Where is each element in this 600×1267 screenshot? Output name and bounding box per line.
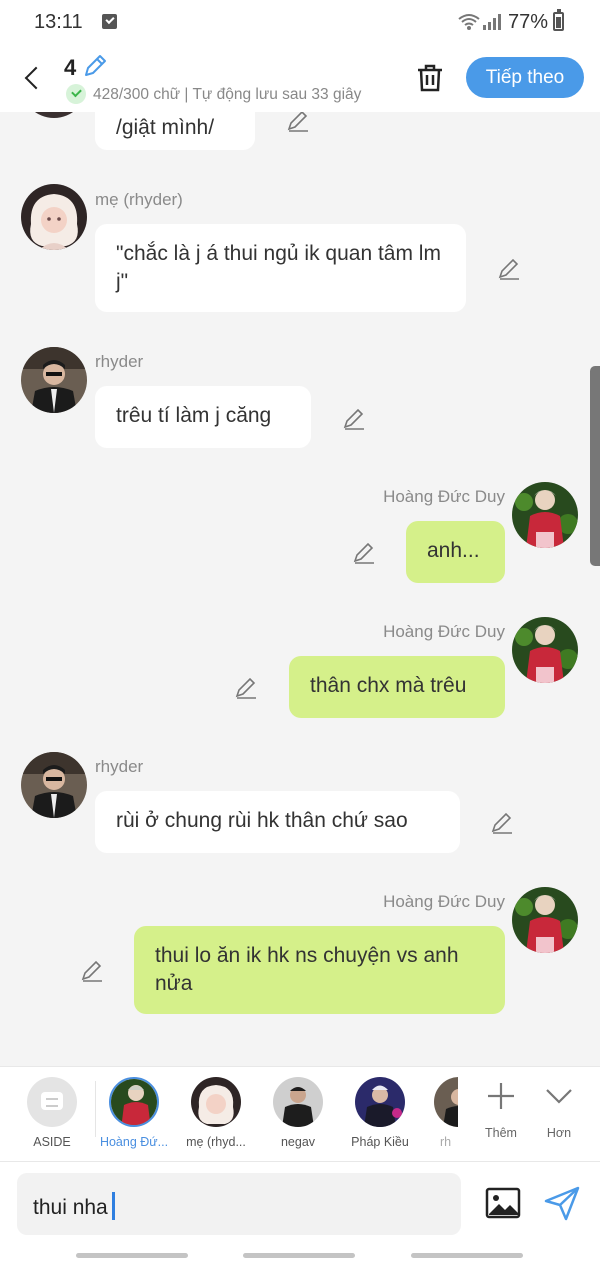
message-bubble[interactable]: /giật mình/ [95, 112, 255, 150]
character-me-rhyder[interactable]: mẹ (rhyd... [179, 1077, 253, 1149]
chapter-number: 4 [64, 55, 77, 80]
trash-icon[interactable] [414, 62, 446, 94]
battery-level: 77% [508, 11, 549, 33]
message-bubble[interactable]: trêu tí làm j căng [95, 386, 311, 448]
send-icon[interactable] [543, 1185, 581, 1221]
message-text: thân chx mà trêu [310, 674, 467, 697]
sender-name: rhyder [95, 757, 144, 776]
next-button[interactable]: Tiếp theo [466, 57, 584, 98]
battery-icon [553, 9, 564, 31]
sender-name: rhyder [95, 352, 144, 371]
sender-name: Hoàng Đức Duy [383, 487, 505, 506]
character-label: ASIDE [33, 1135, 71, 1149]
avatar-rhyder[interactable] [21, 752, 87, 818]
chevron-down-icon [546, 1089, 572, 1104]
message-text: thui lo ăn ik hk ns chuyện vs anh nửa [155, 944, 459, 995]
aside-icon [27, 1077, 77, 1127]
input-bar: thui nha [0, 1161, 600, 1245]
sender-name: Hoàng Đức Duy [383, 622, 505, 641]
avatar-hoang-duc-duy[interactable] [512, 617, 578, 683]
character-selector: ASIDE Hoàng Đứ... mẹ (rhyd... negav Pháp… [0, 1066, 600, 1161]
more-button[interactable]: Hơn [536, 1079, 582, 1140]
edit-message-icon[interactable] [80, 958, 104, 982]
character-label: Hoàng Đứ... [99, 1135, 169, 1149]
plus-icon [488, 1083, 514, 1109]
scrollbar[interactable] [590, 366, 600, 566]
image-icon[interactable] [485, 1185, 521, 1221]
message-bubble[interactable]: thân chx mà trêu [289, 656, 505, 718]
edit-message-icon[interactable] [286, 112, 310, 132]
status-time: 13:11 [34, 11, 83, 33]
message-text: "chắc là j á thui ngủ ik quan tâm lm j" [116, 242, 441, 293]
input-text: thui nha [33, 1196, 108, 1219]
avatar [191, 1077, 241, 1127]
message-bubble[interactable]: rùi ở chung rùi hk thân chứ sao [95, 791, 460, 853]
message-text: anh... [427, 539, 480, 562]
message-bubble[interactable]: thui lo ăn ik hk ns chuyện vs anh nửa [134, 926, 505, 1014]
avatar [434, 1077, 458, 1127]
edit-message-icon[interactable] [490, 810, 514, 834]
edit-message-icon[interactable] [352, 540, 376, 564]
edit-message-icon[interactable] [497, 256, 521, 280]
system-nav-bar [0, 1245, 600, 1267]
edit-title-icon[interactable] [82, 53, 108, 79]
add-label: Thêm [485, 1126, 517, 1140]
message-text: rùi ở chung rùi hk thân chứ sao [116, 809, 408, 832]
sender-name: mẹ (rhyder) [95, 190, 183, 209]
character-label: Pháp Kiều [351, 1135, 409, 1149]
message-bubble[interactable]: "chắc là j á thui ngủ ik quan tâm lm j" [95, 224, 466, 312]
saved-check-icon [66, 84, 86, 104]
nav-back-button[interactable] [411, 1253, 523, 1258]
character-label: rh [440, 1135, 452, 1149]
character-phap-kieu[interactable]: Pháp Kiều [343, 1077, 417, 1149]
signal-icon [483, 14, 501, 30]
avatar [109, 1077, 159, 1127]
notification-check-icon [102, 14, 117, 29]
message-text: /giật mình/ [116, 116, 215, 139]
editor-header: 4 428/300 chữ | Tự động lưu sau 33 giây … [0, 46, 600, 112]
add-character-button[interactable]: Thêm [478, 1079, 524, 1140]
chat-area: /giật mình/ mẹ (rhyder) "chắc là j á thu… [0, 112, 600, 1066]
avatar [273, 1077, 323, 1127]
nav-home-button[interactable] [243, 1253, 355, 1258]
character-rhyder-partial[interactable]: rh [434, 1077, 458, 1153]
wifi-icon [458, 14, 480, 30]
back-button[interactable] [18, 60, 48, 96]
message-text: trêu tí làm j căng [116, 404, 272, 427]
character-negav[interactable]: negav [261, 1077, 335, 1149]
edit-message-icon[interactable] [234, 675, 258, 699]
divider [95, 1081, 96, 1137]
text-caret [111, 1192, 115, 1220]
avatar-rhyder[interactable] [21, 347, 87, 413]
avatar-hoang-duc-duy[interactable] [512, 887, 578, 953]
avatar-me-rhyder[interactable] [21, 184, 87, 250]
message-bubble[interactable]: anh... [406, 521, 505, 583]
character-label: negav [280, 1135, 316, 1149]
message-input[interactable]: thui nha [17, 1173, 461, 1235]
sender-name: Hoàng Đức Duy [383, 892, 505, 911]
character-hoang-duc-duy[interactable]: Hoàng Đứ... [97, 1077, 171, 1149]
avatar [355, 1077, 405, 1127]
edit-message-icon[interactable] [342, 406, 366, 430]
nav-recent-button[interactable] [76, 1253, 188, 1258]
character-aside[interactable]: ASIDE [15, 1077, 89, 1149]
character-label: mẹ (rhyd... [186, 1135, 246, 1149]
word-count-status: 428/300 chữ | Tự động lưu sau 33 giây [93, 86, 362, 103]
avatar-me-rhyder[interactable] [21, 112, 87, 118]
more-label: Hơn [546, 1126, 572, 1140]
status-bar: 13:11 77% [0, 0, 600, 46]
avatar-hoang-duc-duy[interactable] [512, 482, 578, 548]
